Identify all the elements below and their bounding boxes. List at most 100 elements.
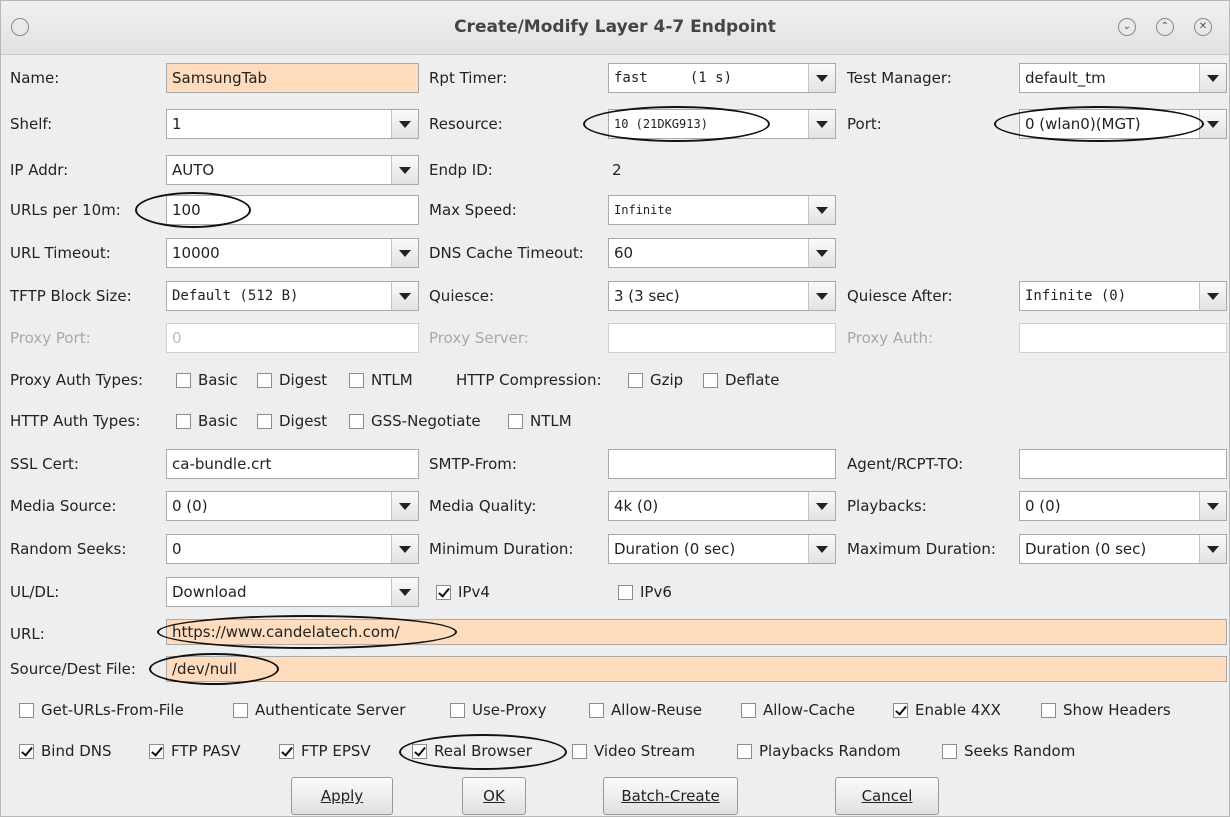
ipv4-checkbox[interactable]: IPv4 bbox=[436, 579, 490, 605]
chevron-down-icon[interactable] bbox=[1199, 492, 1226, 520]
checkbox-checked-icon[interactable] bbox=[436, 585, 451, 600]
chevron-down-icon[interactable] bbox=[391, 110, 418, 138]
url-timeout-select[interactable]: 10000 bbox=[166, 238, 419, 268]
show-headers-checkbox[interactable]: Show Headers bbox=[1041, 697, 1171, 723]
proxy-auth-input[interactable] bbox=[1019, 323, 1227, 353]
chevron-down-icon[interactable] bbox=[808, 64, 835, 92]
playbacks-random-checkbox[interactable]: Playbacks Random bbox=[737, 738, 901, 764]
quiesce-after-select[interactable]: Infinite (0) bbox=[1019, 281, 1227, 311]
chevron-down-icon[interactable] bbox=[808, 282, 835, 310]
agent-rcpt-to-input[interactable] bbox=[1019, 449, 1227, 479]
checkbox-icon[interactable] bbox=[508, 414, 523, 429]
ipv6-checkbox[interactable]: IPv6 bbox=[618, 579, 672, 605]
source-dest-file-input[interactable]: /dev/null bbox=[166, 656, 1227, 682]
ftp-epsv-checkbox[interactable]: FTP EPSV bbox=[279, 738, 371, 764]
allow-cache-checkbox[interactable]: Allow-Cache bbox=[741, 697, 855, 723]
checkbox-icon[interactable] bbox=[628, 373, 643, 388]
chevron-down-icon[interactable] bbox=[808, 492, 835, 520]
proxy-digest-checkbox[interactable]: Digest bbox=[257, 367, 327, 393]
media-source-select[interactable]: 0 (0) bbox=[166, 491, 419, 521]
checkbox-checked-icon[interactable] bbox=[412, 744, 427, 759]
chevron-down-icon[interactable] bbox=[391, 156, 418, 184]
proxy-port-input[interactable]: 0 bbox=[166, 323, 419, 353]
url-input[interactable]: https://www.candelatech.com/ bbox=[166, 619, 1227, 645]
maximize-icon[interactable]: ⌃ bbox=[1156, 18, 1174, 36]
playbacks-select[interactable]: 0 (0) bbox=[1019, 491, 1227, 521]
apply-button[interactable]: Apply bbox=[291, 777, 393, 815]
cancel-button[interactable]: Cancel bbox=[835, 777, 939, 815]
chevron-down-icon[interactable] bbox=[391, 535, 418, 563]
checkbox-icon[interactable] bbox=[741, 703, 756, 718]
chevron-down-icon[interactable] bbox=[808, 239, 835, 267]
checkbox-icon[interactable] bbox=[450, 703, 465, 718]
checkbox-icon[interactable] bbox=[19, 703, 34, 718]
proxy-basic-checkbox[interactable]: Basic bbox=[176, 367, 238, 393]
checkbox-icon[interactable] bbox=[349, 373, 364, 388]
ul-dl-select[interactable]: Download bbox=[166, 577, 419, 607]
enable-4xx-checkbox[interactable]: Enable 4XX bbox=[893, 697, 1001, 723]
chevron-down-icon[interactable] bbox=[808, 196, 835, 224]
checkbox-checked-icon[interactable] bbox=[893, 703, 908, 718]
chevron-down-icon[interactable] bbox=[808, 535, 835, 563]
chevron-down-icon[interactable] bbox=[1199, 535, 1226, 563]
chevron-down-icon[interactable] bbox=[391, 578, 418, 606]
chevron-down-icon[interactable] bbox=[391, 282, 418, 310]
gss-negotiate-checkbox[interactable]: GSS-Negotiate bbox=[349, 408, 481, 434]
ssl-cert-input[interactable]: ca-bundle.crt bbox=[166, 449, 419, 479]
gzip-checkbox[interactable]: Gzip bbox=[628, 367, 683, 393]
checkbox-icon[interactable] bbox=[737, 744, 752, 759]
proxy-server-input[interactable] bbox=[608, 323, 836, 353]
tftp-block-size-select[interactable]: Default (512 B) bbox=[166, 281, 419, 311]
dns-cache-timeout-select[interactable]: 60 bbox=[608, 238, 836, 268]
video-stream-checkbox[interactable]: Video Stream bbox=[572, 738, 695, 764]
checkbox-icon[interactable] bbox=[176, 414, 191, 429]
resource-select[interactable]: 10 (21DKG913) bbox=[608, 109, 836, 139]
checkbox-icon[interactable] bbox=[942, 744, 957, 759]
max-speed-select[interactable]: Infinite bbox=[608, 195, 836, 225]
name-input[interactable]: SamsungTab bbox=[166, 63, 419, 93]
seeks-random-checkbox[interactable]: Seeks Random bbox=[942, 738, 1075, 764]
real-browser-checkbox[interactable]: Real Browser bbox=[412, 738, 532, 764]
media-quality-select[interactable]: 4k (0) bbox=[608, 491, 836, 521]
maximum-duration-select[interactable]: Duration (0 sec) bbox=[1019, 534, 1227, 564]
smtp-from-input[interactable] bbox=[608, 449, 836, 479]
checkbox-icon[interactable] bbox=[349, 414, 364, 429]
bind-dns-checkbox[interactable]: Bind DNS bbox=[19, 738, 112, 764]
chevron-down-icon[interactable] bbox=[1199, 282, 1226, 310]
http-basic-checkbox[interactable]: Basic bbox=[176, 408, 238, 434]
chevron-down-icon[interactable] bbox=[1199, 64, 1226, 92]
quiesce-select[interactable]: 3 (3 sec) bbox=[608, 281, 836, 311]
checkbox-icon[interactable] bbox=[257, 373, 272, 388]
test-manager-select[interactable]: default_tm bbox=[1019, 63, 1227, 93]
use-proxy-checkbox[interactable]: Use-Proxy bbox=[450, 697, 547, 723]
checkbox-icon[interactable] bbox=[176, 373, 191, 388]
port-select[interactable]: 0 (wlan0)(MGT) bbox=[1019, 109, 1227, 139]
shelf-select[interactable]: 1 bbox=[166, 109, 419, 139]
ip-addr-select[interactable]: AUTO bbox=[166, 155, 419, 185]
chevron-down-icon[interactable] bbox=[391, 492, 418, 520]
checkbox-checked-icon[interactable] bbox=[19, 744, 34, 759]
checkbox-icon[interactable] bbox=[1041, 703, 1056, 718]
chevron-down-icon[interactable] bbox=[1199, 110, 1226, 138]
checkbox-icon[interactable] bbox=[589, 703, 604, 718]
get-urls-from-file-checkbox[interactable]: Get-URLs-From-File bbox=[19, 697, 184, 723]
chevron-down-icon[interactable] bbox=[391, 239, 418, 267]
urls-per-10m-input[interactable]: 100 bbox=[166, 195, 419, 225]
chevron-down-icon[interactable] bbox=[808, 110, 835, 138]
ftp-pasv-checkbox[interactable]: FTP PASV bbox=[149, 738, 240, 764]
minimum-duration-select[interactable]: Duration (0 sec) bbox=[608, 534, 836, 564]
deflate-checkbox[interactable]: Deflate bbox=[703, 367, 780, 393]
ok-button[interactable]: OK bbox=[462, 777, 526, 815]
checkbox-icon[interactable] bbox=[257, 414, 272, 429]
allow-reuse-checkbox[interactable]: Allow-Reuse bbox=[589, 697, 702, 723]
checkbox-icon[interactable] bbox=[572, 744, 587, 759]
http-digest-checkbox[interactable]: Digest bbox=[257, 408, 327, 434]
minimize-icon[interactable]: ⌄ bbox=[1118, 18, 1136, 36]
checkbox-icon[interactable] bbox=[703, 373, 718, 388]
http-ntlm-checkbox[interactable]: NTLM bbox=[508, 408, 572, 434]
checkbox-checked-icon[interactable] bbox=[279, 744, 294, 759]
authenticate-server-checkbox[interactable]: Authenticate Server bbox=[233, 697, 405, 723]
checkbox-checked-icon[interactable] bbox=[149, 744, 164, 759]
proxy-ntlm-checkbox[interactable]: NTLM bbox=[349, 367, 413, 393]
checkbox-icon[interactable] bbox=[233, 703, 248, 718]
